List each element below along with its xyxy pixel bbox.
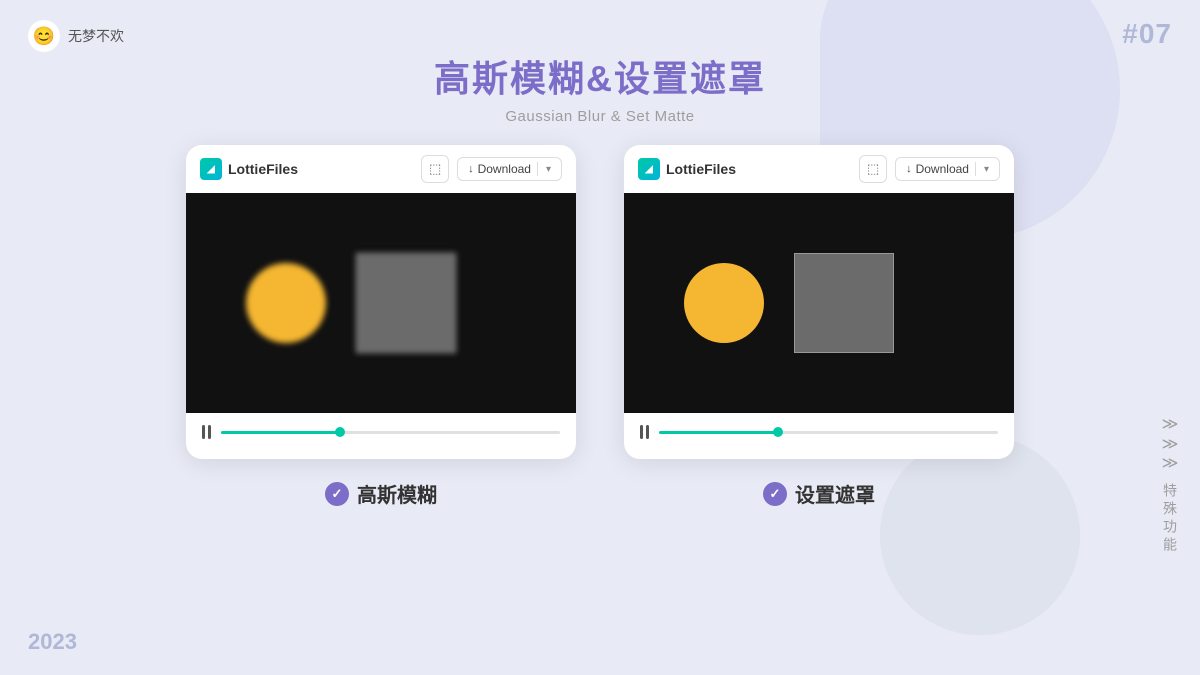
sub-title: Gaussian Blur & Set Matte [0,108,1200,125]
right-yellow-circle [684,263,764,343]
right-card-wrapper: ◢ LottieFiles ⬚ ↓ Download ▾ [624,145,1014,508]
right-progress-dot [773,427,783,437]
right-download-caret-icon: ▾ [982,164,989,175]
user-avatar: 😊 [28,20,60,52]
main-title: 高斯模糊&设置遮罩 [0,50,1200,102]
right-download-arrow-icon: ↓ [906,163,912,175]
right-gray-rect [794,253,894,353]
download-arrow-icon: ↓ [468,163,474,175]
left-logo-text: LottieFiles [228,161,298,177]
cards-container: ◢ LottieFiles ⬚ ↓ Download ▾ [0,145,1200,508]
right-card-label: ✓ 设置遮罩 [763,479,875,508]
right-logo-icon: ◢ [638,158,660,180]
sidebar-arrows: ≫ ≫ ≫ [1162,415,1179,473]
right-header-right: ⬚ ↓ Download ▾ [859,155,1000,183]
right-player-card: ◢ LottieFiles ⬚ ↓ Download ▾ [624,145,1014,459]
left-gray-rect [356,253,456,353]
folder-icon: ⬚ [429,161,441,177]
user-info: 😊 无梦不欢 [28,20,124,52]
left-card-wrapper: ◢ LottieFiles ⬚ ↓ Download ▾ [186,145,576,508]
right-download-button[interactable]: ↓ Download ▾ [895,157,1000,181]
left-lottie-logo: ◢ LottieFiles [200,158,298,180]
sidebar-label-text: 特殊功能 [1160,483,1180,555]
right-download-divider [975,162,976,176]
left-label-text: 高斯模糊 [357,479,437,508]
left-progress-dot [335,427,345,437]
left-player-card: ◢ LottieFiles ⬚ ↓ Download ▾ [186,145,576,459]
right-pause-button[interactable] [640,425,649,439]
left-header-right: ⬚ ↓ Download ▾ [421,155,562,183]
left-download-button[interactable]: ↓ Download ▾ [457,157,562,181]
pause-bar-left [202,425,205,439]
left-progress-track[interactable] [221,431,560,434]
left-pause-button[interactable] [202,425,211,439]
right-pause-bar-left [640,425,643,439]
right-progress-fill [659,431,778,434]
year-label: 2023 [28,629,77,655]
right-card-header: ◢ LottieFiles ⬚ ↓ Download ▾ [624,145,1014,193]
slide-number: #07 [1122,18,1172,50]
left-logo-icon: ◢ [200,158,222,180]
right-download-label: Download [916,162,969,176]
left-check-icon: ✓ [325,482,349,506]
left-player-controls [186,413,576,443]
left-card-label: ✓ 高斯模糊 [325,479,437,508]
right-canvas [624,193,1014,413]
right-pause-bar-right [646,425,649,439]
left-download-label: Download [478,162,531,176]
right-progress-track[interactable] [659,431,998,434]
right-sidebar: ≫ ≫ ≫ 特殊功能 [1160,415,1180,555]
pause-bar-right [208,425,211,439]
right-lottie-logo: ◢ LottieFiles [638,158,736,180]
title-section: 高斯模糊&设置遮罩 Gaussian Blur & Set Matte [0,50,1200,125]
right-label-text: 设置遮罩 [795,479,875,508]
left-canvas [186,193,576,413]
folder-icon-right: ⬚ [867,161,879,177]
user-name: 无梦不欢 [68,26,124,46]
right-check-icon: ✓ [763,482,787,506]
left-yellow-circle [246,263,326,343]
download-divider [537,162,538,176]
right-logo-text: LottieFiles [666,161,736,177]
right-player-controls [624,413,1014,443]
left-folder-button[interactable]: ⬚ [421,155,449,183]
left-progress-fill [221,431,340,434]
right-folder-button[interactable]: ⬚ [859,155,887,183]
download-caret-icon: ▾ [544,164,551,175]
left-card-header: ◢ LottieFiles ⬚ ↓ Download ▾ [186,145,576,193]
